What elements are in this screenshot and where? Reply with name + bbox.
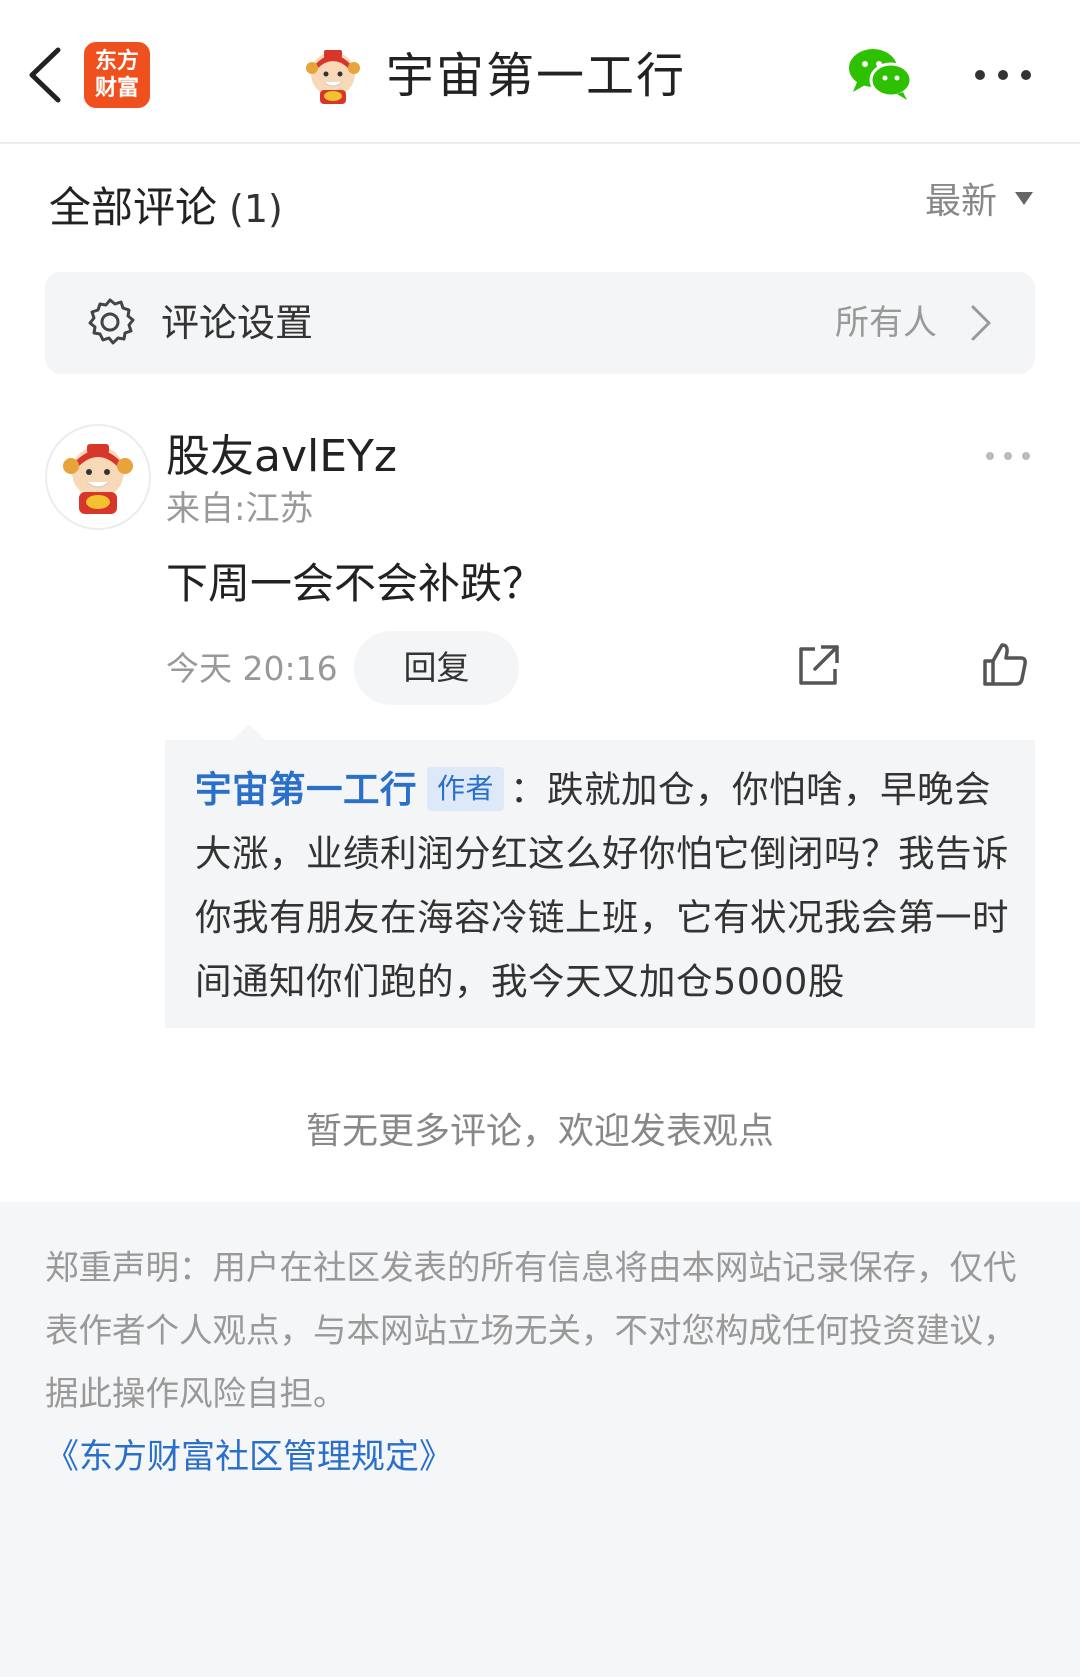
comments-title: 全部评论 xyxy=(49,183,218,232)
commenter-avatar[interactable] xyxy=(45,424,151,530)
wechat-icon xyxy=(849,49,913,100)
share-external-icon xyxy=(799,645,839,685)
disclaimer-text: 郑重声明：用户在社区发表的所有信息将由本网站记录保存，仅代表作者个人观点，与本网… xyxy=(45,1248,1017,1413)
share-comment-button[interactable] xyxy=(793,641,843,691)
author-badge: 作者 xyxy=(427,767,505,811)
reply-author[interactable]: 宇宙第一工行 xyxy=(195,768,417,811)
sort-label: 最新 xyxy=(924,181,997,222)
gear-icon xyxy=(88,298,135,345)
commenter-username[interactable]: 股友avlEYz xyxy=(166,426,397,488)
comment-text: 下周一会不会补跌？ xyxy=(166,559,545,608)
comments-count: (1) xyxy=(229,187,283,231)
reply-box: 宇宙第一工行 作者 ：跌就加仓，你怕啥，早晚会大涨，业绩利润分红这么好你怕它倒闭吗？… xyxy=(165,724,1035,1028)
no-more-comments-text: 暂无更多评论，欢迎发表观点 xyxy=(305,1111,774,1152)
comment-settings-label: 评论设置 xyxy=(161,301,314,345)
wechat-share-button[interactable] xyxy=(847,46,913,102)
comments-page: 东方财富 宇宙第一工行 全部评论 (1) 最新 评论设置 所有人 股友avlEY… xyxy=(0,0,1080,1677)
comment-more-button[interactable] xyxy=(983,446,1033,466)
more-horizontal-icon xyxy=(975,70,1031,80)
avatar-image xyxy=(63,444,133,514)
community-rules-link[interactable]: 《东方财富社区管理规定》 xyxy=(45,1428,453,1486)
reply-content: 宇宙第一工行 作者 ：跌就加仓，你怕啥，早晚会大涨，业绩利润分红这么好你怕它倒闭吗？… xyxy=(195,758,1015,1014)
like-button[interactable] xyxy=(980,639,1030,689)
sort-dropdown[interactable]: 最新 xyxy=(925,174,1033,230)
comments-panel: 全部评论 (1) 最新 评论设置 所有人 股友avlEYz 来自:江苏 下周一会… xyxy=(0,144,1080,1202)
brand-logo-text: 东方财富 xyxy=(95,49,140,101)
reply-button[interactable]: 回复 xyxy=(354,631,519,705)
comment-settings-row[interactable]: 评论设置 所有人 xyxy=(45,272,1035,374)
top-nav-bar: 东方财富 宇宙第一工行 xyxy=(0,0,1080,144)
comment-timestamp: 今天 20:16 xyxy=(166,649,338,688)
brand-logo[interactable]: 东方财富 xyxy=(84,42,150,108)
caret-down-icon xyxy=(1015,192,1033,205)
chevron-right-icon xyxy=(971,305,991,341)
stock-avatar-icon xyxy=(302,44,364,108)
thumbs-up-icon xyxy=(983,643,1027,686)
comment-settings-value: 所有人 xyxy=(835,303,937,343)
more-horizontal-icon xyxy=(986,452,1030,460)
chevron-left-icon xyxy=(29,47,61,103)
back-button[interactable] xyxy=(22,40,72,110)
commenter-location: 来自:江苏 xyxy=(166,489,314,529)
more-options-button[interactable] xyxy=(972,60,1034,90)
comments-header: 全部评论 (1) xyxy=(49,178,283,239)
page-title: 宇宙第一工行 xyxy=(386,48,687,104)
